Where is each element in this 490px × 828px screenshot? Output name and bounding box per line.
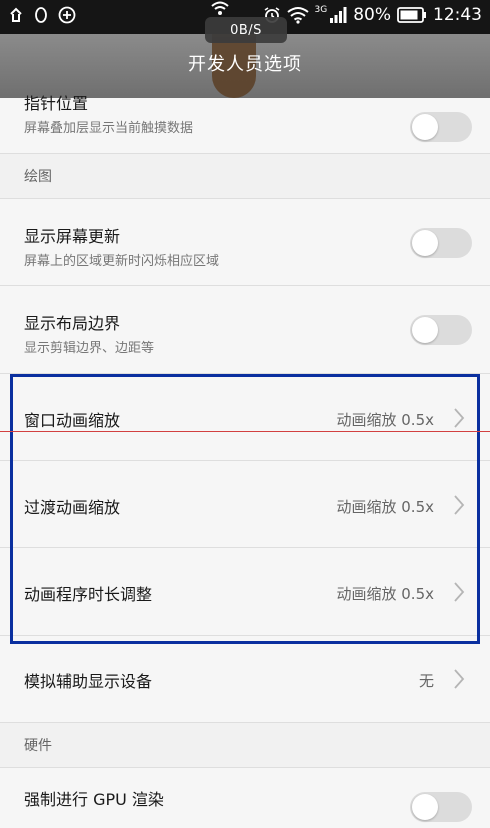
setting-title: 窗口动画缩放	[24, 411, 121, 430]
setting-animator-duration-scale[interactable]: 动画程序时长调整 动画缩放 0.5x	[0, 548, 490, 636]
section-header-hardware: 硬件	[0, 723, 490, 768]
setting-title: 过渡动画缩放	[24, 498, 121, 517]
setting-title: 强制进行 GPU 渲染	[24, 790, 164, 809]
chevron-right-icon	[454, 582, 465, 602]
qq-icon	[35, 7, 47, 23]
setting-simulate-secondary-displays[interactable]: 模拟辅助显示设备 无	[0, 636, 490, 723]
annotation-red-line	[0, 431, 490, 432]
chevron-right-icon	[454, 495, 465, 515]
force-gpu-rendering-toggle[interactable]	[410, 792, 472, 822]
setting-value: 动画缩放 0.5x	[336, 498, 434, 516]
setting-show-surface-updates[interactable]: 显示屏幕更新 屏幕上的区域更新时闪烁相应区域	[0, 199, 490, 286]
setting-value: 动画缩放 0.5x	[336, 411, 434, 429]
pointer-location-toggle[interactable]	[410, 112, 472, 142]
network-speed: 0B/S	[230, 22, 262, 38]
setting-title: 显示屏幕更新	[24, 227, 121, 246]
section-label: 绘图	[24, 169, 52, 185]
chevron-right-icon	[454, 669, 465, 689]
setting-subtitle: 屏幕叠加层显示当前触摸数据	[24, 121, 194, 136]
setting-transition-animation-scale[interactable]: 过渡动画缩放 动画缩放 0.5x	[0, 461, 490, 548]
setting-title: 动画程序时长调整	[24, 585, 153, 604]
plus-circle-icon	[58, 6, 76, 24]
cell-signal-icon	[330, 7, 347, 23]
clock: 12:43	[433, 5, 482, 25]
setting-pointer-location[interactable]: 指针位置 屏幕叠加层显示当前触摸数据	[0, 94, 490, 154]
setting-title: 显示布局边界	[24, 314, 121, 333]
signal-type: 3G	[314, 5, 328, 15]
setting-subtitle: 显示剪辑边界、边距等	[24, 341, 155, 356]
network-speed-badge: 0B/S	[205, 17, 287, 43]
show-surface-updates-toggle[interactable]	[410, 228, 472, 258]
status-left-icons	[8, 6, 76, 24]
show-layout-bounds-toggle[interactable]	[410, 315, 472, 345]
section-header-drawing: 绘图	[0, 154, 490, 199]
page-title: 开发人员选项	[188, 54, 302, 75]
setting-value: 无	[418, 672, 434, 690]
status-right-icons: 3G 80% 12:43	[263, 5, 482, 25]
wifi-activity-icon	[211, 1, 229, 15]
chevron-right-icon	[454, 408, 465, 428]
setting-force-gpu-rendering[interactable]: 强制进行 GPU 渲染	[0, 768, 490, 828]
setting-subtitle: 屏幕上的区域更新时闪烁相应区域	[24, 254, 220, 269]
wifi-icon	[286, 7, 309, 24]
app-header: 开发人员选项	[0, 34, 490, 98]
battery-percent: 80%	[353, 5, 391, 25]
setting-window-animation-scale[interactable]: 窗口动画缩放 动画缩放 0.5x	[0, 374, 490, 461]
setting-title: 指针位置	[24, 94, 89, 113]
setting-value: 动画缩放 0.5x	[336, 585, 434, 603]
settings-list[interactable]: 指针位置 屏幕叠加层显示当前触摸数据 绘图 显示屏幕更新 屏幕上的区域更新时闪烁…	[0, 94, 490, 828]
setting-title: 模拟辅助显示设备	[24, 672, 153, 691]
battery-icon	[397, 7, 426, 23]
setting-show-layout-bounds[interactable]: 显示布局边界 显示剪辑边界、边距等	[0, 286, 490, 374]
section-label: 硬件	[24, 738, 52, 754]
usb-icon	[10, 7, 22, 22]
